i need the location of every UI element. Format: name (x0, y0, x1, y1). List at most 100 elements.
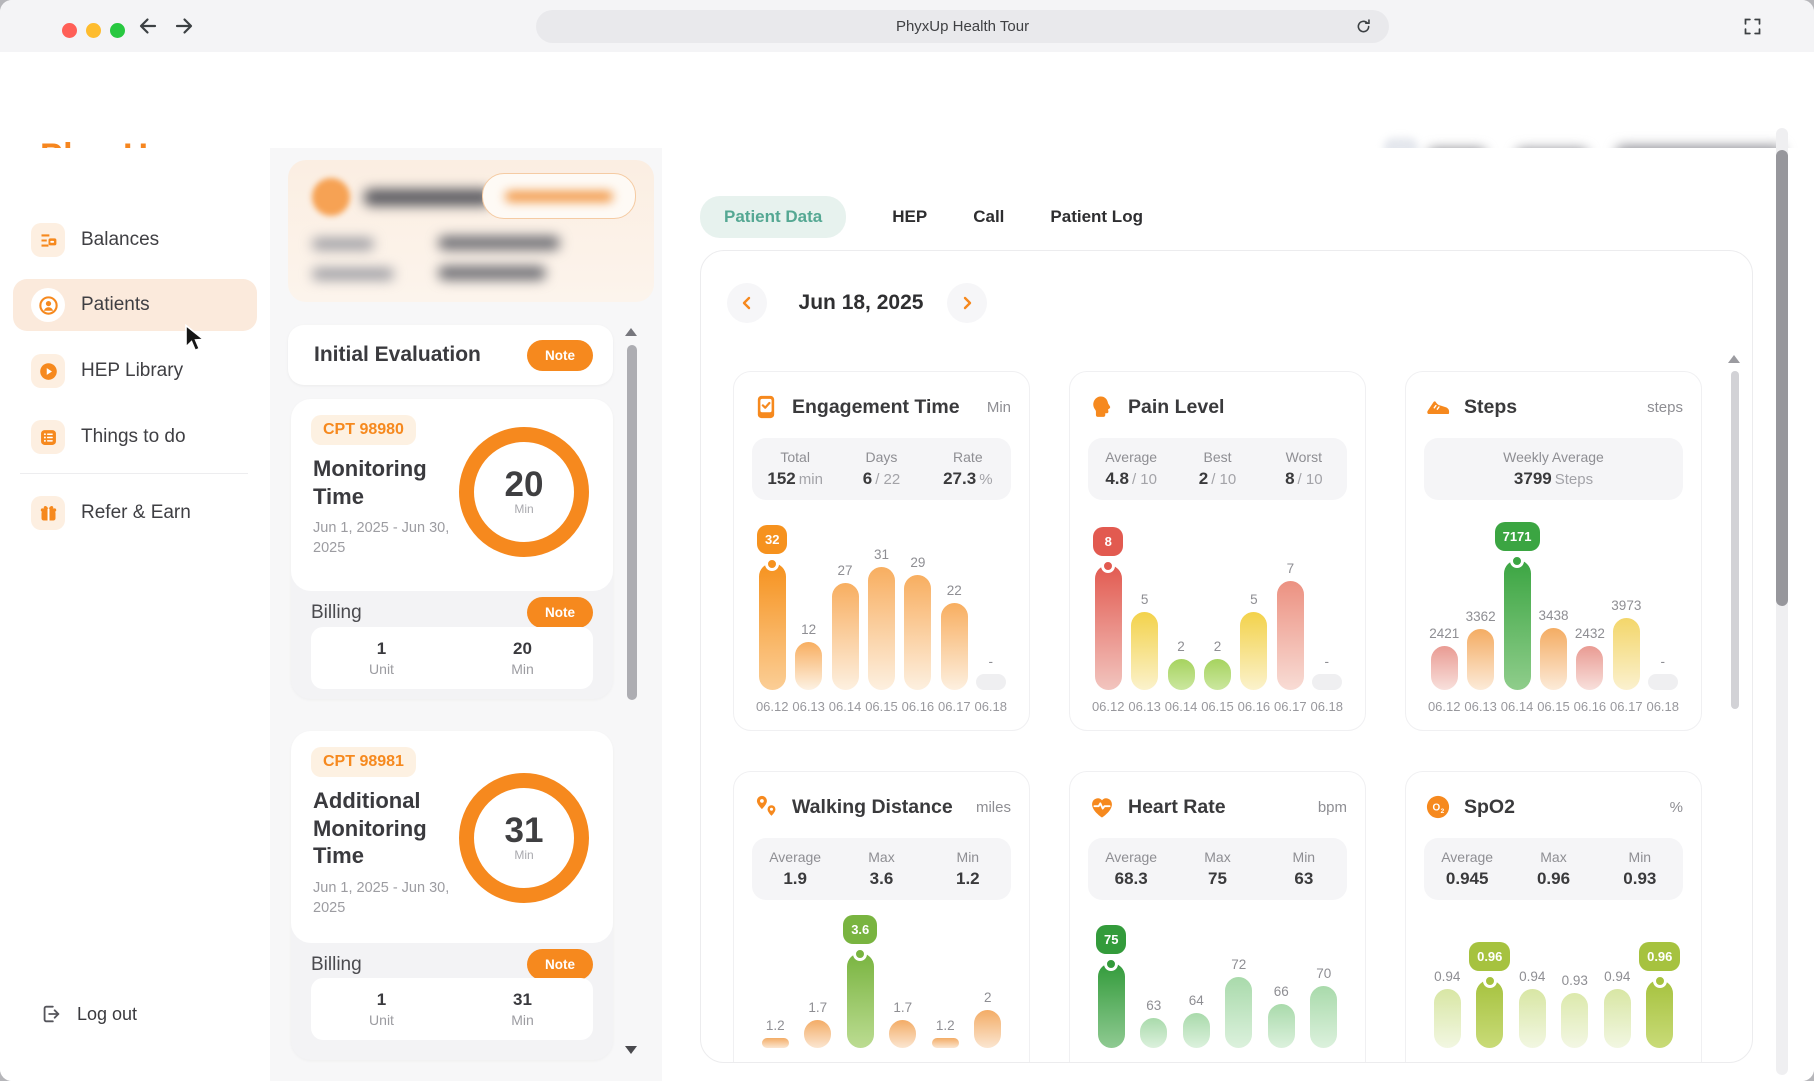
bar-value-label: 29 (910, 555, 925, 570)
stat-total: Total 152min (752, 449, 838, 489)
window-zoom-button[interactable] (110, 23, 125, 38)
chart-bar[interactable] (1434, 989, 1461, 1048)
chart-bar[interactable] (974, 1010, 1001, 1048)
stat-label: Average (752, 849, 838, 865)
sidebar-item-refer-earn[interactable]: Refer & Earn (13, 487, 257, 539)
chart-bar[interactable] (1646, 980, 1673, 1048)
billing-header: Billing Note (311, 597, 593, 628)
chart-bar[interactable] (1613, 618, 1640, 690)
cpt-card-98980: CPT 98980 Monitoring Time Jun 1, 2025 - … (291, 399, 613, 699)
chart-bar[interactable] (1431, 646, 1458, 690)
chart-bar[interactable] (932, 1038, 959, 1048)
chart-column: 0.96 06.17 (1639, 942, 1682, 1063)
chart-bar[interactable] (1540, 628, 1567, 690)
date-prev-button[interactable] (727, 283, 767, 323)
chart-bar[interactable] (832, 583, 859, 690)
chart-bar[interactable] (1476, 980, 1503, 1048)
page-scrollbar[interactable] (1776, 150, 1788, 606)
tab-patient-log[interactable]: Patient Log (1050, 207, 1143, 227)
chart-bar[interactable] (847, 953, 874, 1048)
window-close-button[interactable] (62, 23, 77, 38)
chart-bar[interactable] (1277, 581, 1304, 690)
chart-bar[interactable] (1648, 674, 1678, 690)
sidebar-item-patients[interactable]: Patients (13, 279, 257, 331)
stat-max: Max 75 (1174, 849, 1260, 889)
chart-bar[interactable] (1504, 560, 1531, 690)
chart-bar[interactable] (1098, 963, 1125, 1048)
chart-bar[interactable] (889, 1020, 916, 1048)
sidebar-item-balances[interactable]: Balances (13, 214, 257, 266)
chart-bar[interactable] (762, 1038, 789, 1048)
stat-label: Worst (1261, 449, 1347, 465)
panel-scroll-up-icon[interactable] (625, 328, 637, 336)
note-button[interactable]: Note (527, 949, 593, 980)
sidebar-item-hep-library[interactable]: HEP Library (13, 345, 257, 397)
metric-chart: 0.94 06.12 0.96 06.13 0.94 06.14 0.93 06… (1424, 914, 1683, 1063)
chart-bar[interactable] (1183, 1013, 1210, 1048)
panel-scrollbar[interactable] (627, 345, 637, 700)
window-minimize-button[interactable] (86, 23, 101, 38)
chart-column: 2 06.15 (1199, 639, 1235, 714)
note-button[interactable]: Note (527, 340, 593, 371)
metric-card-heart-rate: Heart Rate bpm Average 68.3 Max 75 Min 6… (1069, 771, 1366, 1063)
chart-bar[interactable] (1576, 646, 1603, 690)
tab-hep[interactable]: HEP (892, 207, 927, 227)
chart-column: 2432 06.16 (1572, 626, 1608, 714)
chart-bar[interactable] (1240, 612, 1267, 690)
logout-button[interactable]: Log out (40, 1003, 137, 1025)
chart-bar[interactable] (904, 575, 931, 690)
chart-bar[interactable] (1131, 612, 1158, 690)
refresh-icon[interactable] (1354, 17, 1373, 36)
chart-bar[interactable] (1310, 986, 1337, 1048)
chart-bar[interactable] (1561, 993, 1588, 1048)
fullscreen-icon[interactable] (1742, 16, 1763, 37)
date-next-button[interactable] (947, 283, 987, 323)
chart-bar[interactable] (1095, 565, 1122, 690)
cpt-card-top: CPT 98980 Monitoring Time Jun 1, 2025 - … (291, 399, 613, 591)
chart-bar[interactable] (1140, 1018, 1167, 1048)
bar-date-label: 06.15 (1537, 699, 1570, 714)
bar-date-label: 06.12 (756, 699, 789, 714)
back-icon[interactable] (136, 14, 160, 38)
chart-bar[interactable] (1168, 659, 1195, 690)
chart-bar[interactable] (1204, 659, 1231, 690)
chart-bar[interactable] (941, 603, 968, 690)
stat-value: 8 (1285, 469, 1294, 488)
chart-bar[interactable] (1268, 1004, 1295, 1048)
card-scrollbar[interactable] (1731, 371, 1739, 709)
panel-scroll-down-icon[interactable] (625, 1046, 637, 1054)
forward-icon[interactable] (172, 14, 196, 38)
address-bar[interactable]: PhyxUp Health Tour (536, 10, 1389, 43)
note-button[interactable]: Note (527, 597, 593, 628)
stat-suffix: Steps (1555, 471, 1593, 488)
chart-column: 3438 06.15 (1535, 608, 1571, 714)
metric-unit: Min (987, 399, 1011, 416)
chart-column: 29 06.16 (900, 555, 936, 714)
stat-max: Max 3.6 (838, 849, 924, 889)
metric-stats: Weekly Average 3799Steps (1424, 438, 1683, 500)
chart-bar[interactable] (759, 563, 786, 690)
cpt-title: Additional Monitoring Time (313, 787, 463, 870)
bar-date-label: 06.14 (1501, 699, 1534, 714)
chart-bar[interactable] (795, 642, 822, 690)
chart-bar[interactable] (804, 1020, 831, 1048)
chart-column: 0.96 06.13 (1469, 942, 1512, 1063)
card-scroll-up-icon[interactable] (1728, 355, 1740, 363)
blurred-action-button[interactable] (482, 173, 636, 219)
tab-patient-data[interactable]: Patient Data (700, 196, 846, 238)
chart-bar[interactable] (976, 674, 1006, 690)
chart-bar[interactable] (1604, 989, 1631, 1048)
bar-value-badge: 8 (1093, 527, 1123, 556)
chart-bar[interactable] (1519, 989, 1546, 1048)
sidebar-item-label: HEP Library (81, 360, 183, 382)
monitoring-ring: 31 Min (459, 773, 589, 903)
stat-average: Average 1.9 (752, 849, 838, 889)
tab-call[interactable]: Call (973, 207, 1004, 227)
chart-bar[interactable] (1312, 674, 1342, 690)
chart-bar[interactable] (1225, 977, 1252, 1048)
sidebar-item-things-to-do[interactable]: Things to do (13, 411, 257, 463)
stat-value: 1.2 (956, 869, 980, 888)
chart-bar[interactable] (868, 567, 895, 690)
stat-max: Max 0.96 (1510, 849, 1596, 889)
chart-bar[interactable] (1467, 629, 1494, 690)
